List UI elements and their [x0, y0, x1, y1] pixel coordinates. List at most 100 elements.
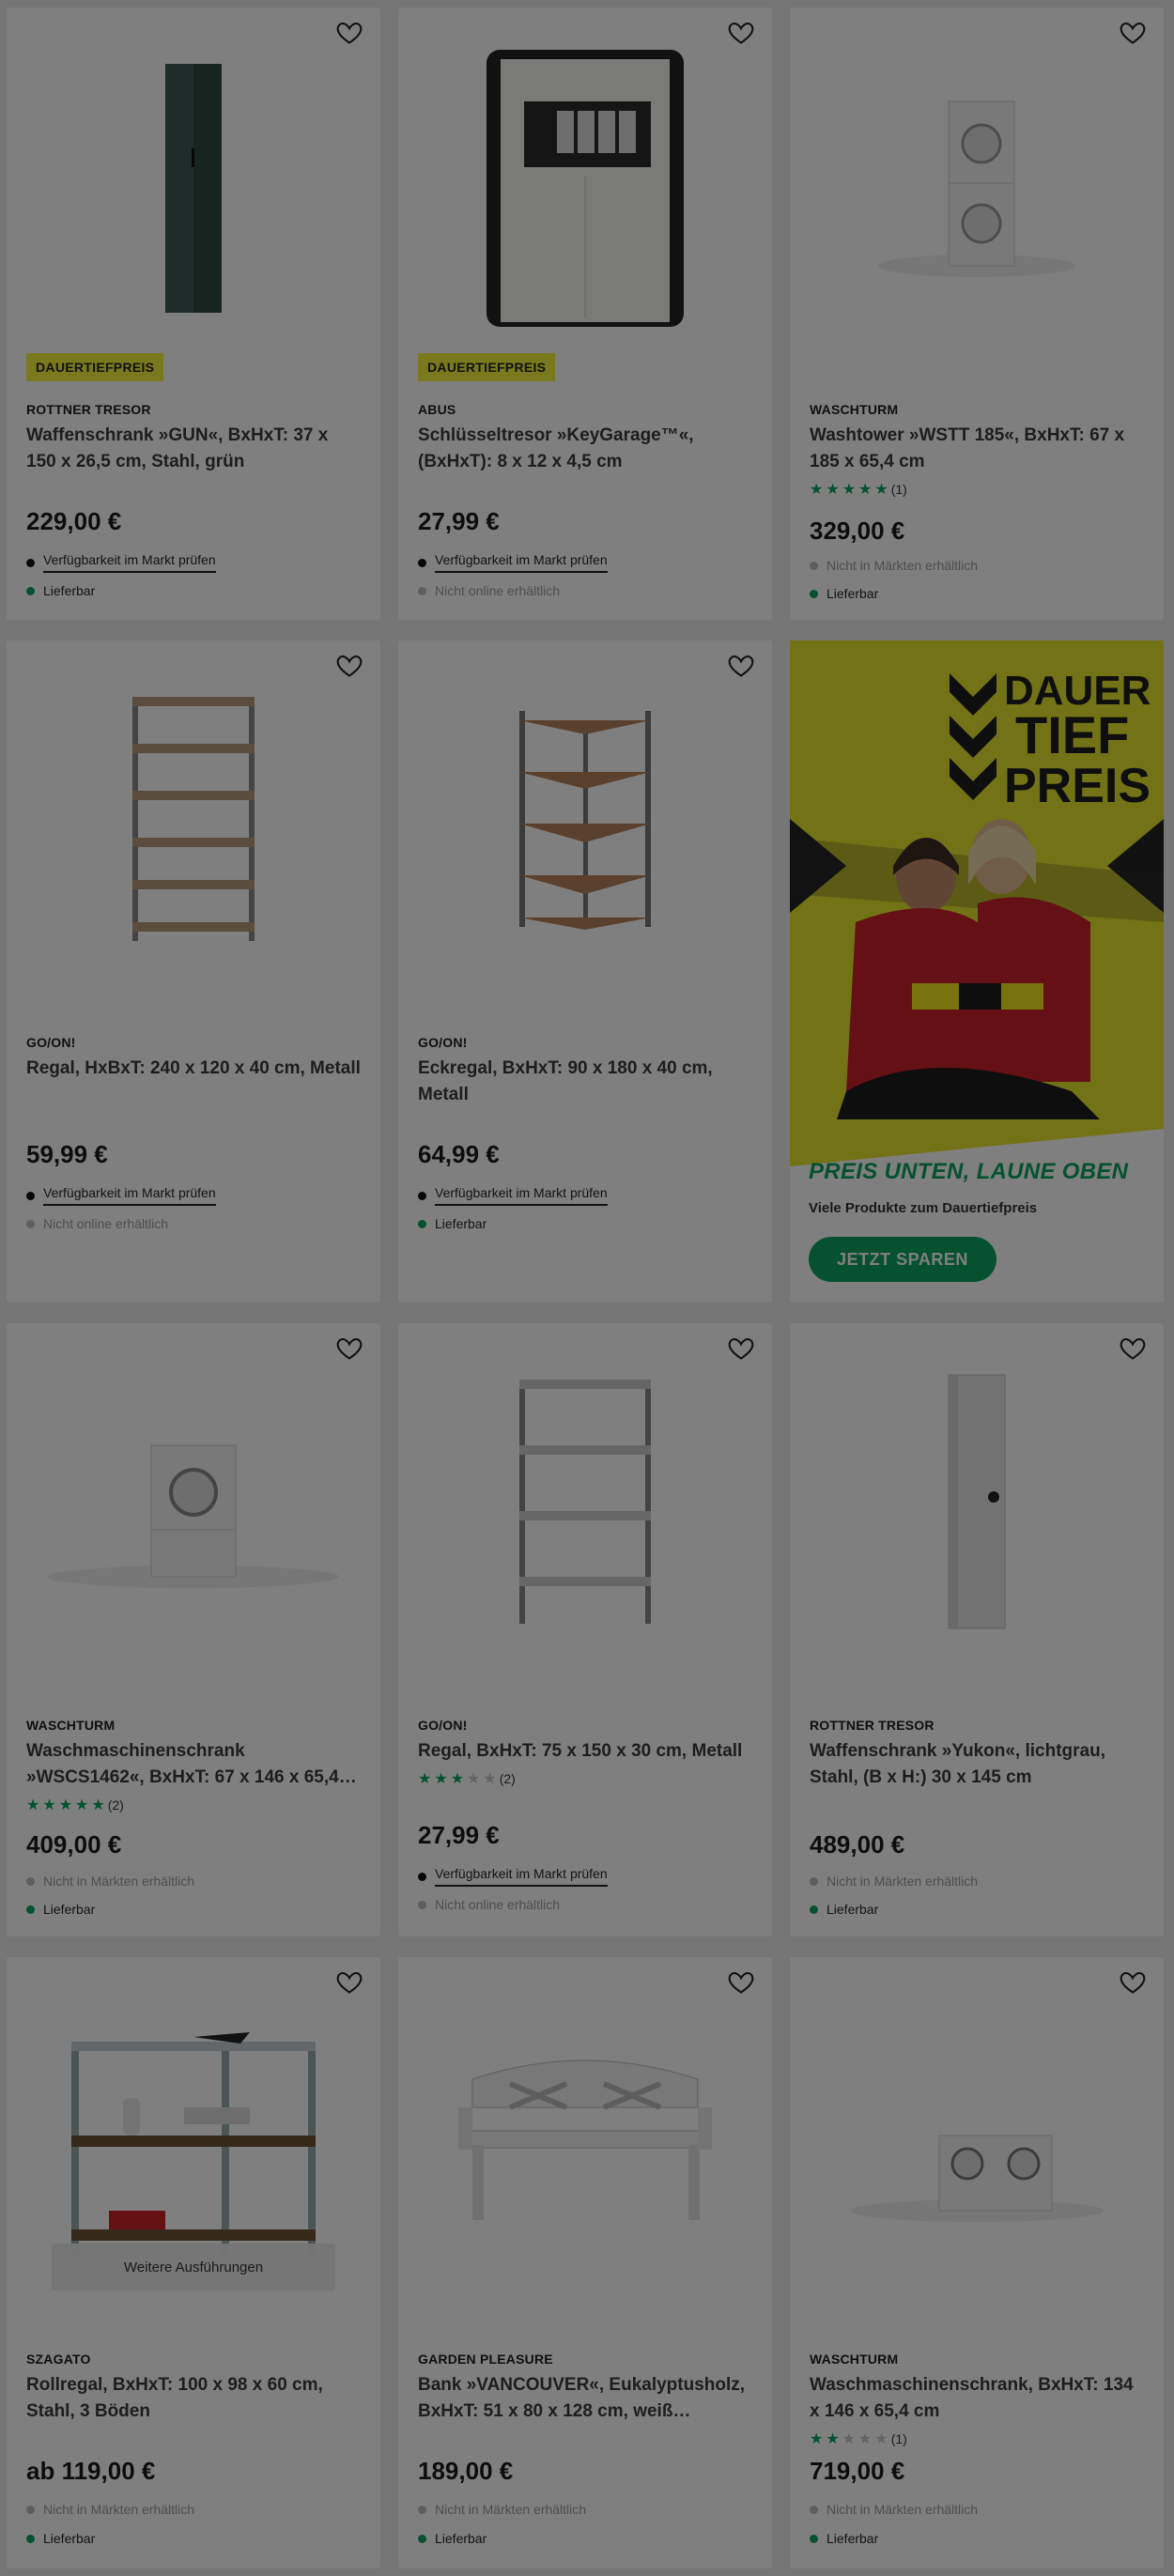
status-dot [810, 1876, 818, 1886]
product-image[interactable] [7, 36, 380, 336]
status-dot [26, 1905, 35, 1914]
product-brand: ABUS [418, 402, 456, 417]
product-price: 489,00 € [810, 1830, 905, 1859]
product-card[interactable]: GO/ON! Regal, BxHxT: 75 x 150 x 30 cm, M… [398, 1323, 772, 1936]
availability-online: Lieferbar [26, 1902, 95, 1917]
product-brand: GO/ON! [26, 1035, 76, 1050]
product-card[interactable]: GO/ON! Eckregal, BxHxT: 90 x 180 x 40 cm… [398, 640, 772, 1303]
product-card[interactable]: WASCHTURM Waschmaschinenschrank, BxHxT: … [790, 1957, 1164, 2568]
availability-market[interactable]: Verfügbarkeit im Markt prüfen [26, 552, 216, 573]
rating-count: (2) [499, 1771, 516, 1786]
product-card[interactable]: GO/ON! Regal, HxBxT: 240 x 120 x 40 cm, … [7, 640, 380, 1303]
availability-online: Lieferbar [810, 586, 878, 601]
status-dot [26, 1191, 35, 1200]
status-dot [418, 1900, 426, 1909]
product-brand: WASCHTURM [810, 2352, 899, 2367]
product-brand: GO/ON! [418, 1035, 468, 1050]
availability-market: Nicht in Märkten erhältlich [810, 2502, 978, 2517]
availability-market[interactable]: Verfügbarkeit im Markt prüfen [418, 1866, 608, 1887]
availability-market[interactable]: Verfügbarkeit im Markt prüfen [26, 1185, 216, 1206]
product-brand: WASCHTURM [26, 1718, 116, 1733]
availability-market: Nicht in Märkten erhältlich [810, 558, 978, 573]
product-title[interactable]: Eckregal, BxHxT: 90 x 180 x 40 cm, Metall [418, 1056, 752, 1108]
product-image[interactable] [7, 669, 380, 969]
product-price: 189,00 € [418, 2457, 514, 2485]
availability-online: Lieferbar [810, 2531, 878, 2546]
product-image[interactable] [398, 669, 772, 969]
product-image[interactable] [398, 36, 772, 336]
jetzt-sparen-button[interactable]: JETZT SPAREN [809, 1237, 996, 1282]
promo-headline-2: TIEF [1015, 705, 1129, 764]
status-dot [418, 1191, 426, 1200]
availability-online: Lieferbar [26, 583, 95, 598]
more-variants-label[interactable]: Weitere Ausführungen [52, 2244, 335, 2291]
status-dot [810, 1905, 818, 1914]
product-title[interactable]: Schlüsseltresor »KeyGarage™«, (BxHxT): 8 … [418, 423, 752, 475]
availability-market: Nicht in Märkten erhältlich [26, 1874, 194, 1889]
status-dot [26, 1219, 35, 1228]
availability-online: Lieferbar [26, 2531, 95, 2546]
product-title[interactable]: Waffenschrank »GUN«, BxHxT: 37 x 150 x 26… [26, 423, 361, 475]
product-title[interactable]: Regal, BxHxT: 75 x 150 x 30 cm, Metall [418, 1738, 752, 1765]
product-price: 329,00 € [810, 517, 905, 545]
product-title[interactable]: Waffenschrank »Yukon«, lichtgrau, Stahl, … [810, 1738, 1144, 1791]
product-image[interactable] [398, 1985, 772, 2286]
availability-online: Lieferbar [810, 1902, 878, 1917]
product-title[interactable]: Rollregal, BxHxT: 100 x 98 x 60 cm, Stahl… [26, 2372, 361, 2425]
availability-online: Nicht online erhältlich [26, 1216, 168, 1231]
rating-count: (2) [107, 1797, 124, 1812]
product-image[interactable] [7, 1351, 380, 1652]
status-dot [26, 558, 35, 567]
promo-tile[interactable]: DAUER TIEF PREIS PREIS UNTEN, LAUNE OBEN… [790, 640, 1164, 1303]
product-title[interactable]: Waschmaschinenschrank, BxHxT: 134 x 146 x… [810, 2372, 1144, 2425]
product-card[interactable]: WASCHTURM Washtower »WSTT 185«, BxHxT: 6… [790, 8, 1164, 620]
favorite-heart-icon[interactable] [335, 1968, 363, 1997]
product-image[interactable] [790, 1351, 1164, 1652]
product-brand: GO/ON! [418, 1718, 468, 1733]
product-title[interactable]: Washtower »WSTT 185«, BxHxT: 67 x 185 x 6… [810, 423, 1144, 475]
product-card[interactable]: GARDEN PLEASURE Bank »VANCOUVER«, Eukaly… [398, 1957, 772, 2568]
product-brand: WASCHTURM [810, 402, 899, 417]
availability-market[interactable]: Verfügbarkeit im Markt prüfen [418, 1185, 608, 1206]
status-dot [418, 2505, 426, 2514]
availability-online: Nicht online erhältlich [418, 1897, 560, 1912]
product-price: 27,99 € [418, 1821, 500, 1849]
dauertiefpreis-badge: DAUERTIEFPREIS [26, 353, 164, 381]
product-brand: ROTTNER TRESOR [26, 402, 151, 417]
product-price: 409,00 € [26, 1830, 122, 1859]
product-title[interactable]: Bank »VANCOUVER«, Eukalyptusholz, BxHxT: … [418, 2372, 752, 2425]
product-title[interactable]: Waschmaschinenschrank »WSCS1462«, BxHxT: … [26, 1738, 361, 1791]
product-card[interactable]: Weitere Ausführungen SZAGATO Rollregal, … [7, 1957, 380, 2568]
status-dot [810, 589, 818, 598]
status-dot [26, 2505, 35, 2514]
product-brand: ROTTNER TRESOR [810, 1718, 935, 1733]
status-dot [418, 1872, 426, 1881]
availability-online: Lieferbar [418, 1216, 487, 1231]
promo-banner-image[interactable]: DAUER TIEF PREIS [790, 640, 1164, 1166]
status-dot [418, 586, 426, 595]
product-card[interactable]: DAUERTIEFPREIS ABUS Schlüsseltresor »Key… [398, 8, 772, 620]
rating-stars[interactable]: ★ ★ ★ ★ ★ (2) [26, 1796, 124, 1814]
status-dot [810, 561, 818, 570]
product-card[interactable]: DAUERTIEFPREIS ROTTNER TRESOR Waffenschr… [7, 8, 380, 620]
product-image[interactable] [790, 36, 1164, 336]
product-price: 64,99 € [418, 1140, 500, 1168]
rating-stars[interactable]: ★ ★ ★ ★ ★ (1) [810, 2429, 907, 2448]
product-image[interactable] [398, 1351, 772, 1652]
rating-stars[interactable]: ★ ★ ★ ★ ★ (1) [810, 480, 907, 499]
product-price: 719,00 € [810, 2457, 905, 2485]
product-image[interactable] [790, 1985, 1164, 2286]
product-grid: DAUERTIEFPREIS ROTTNER TRESOR Waffenschr… [7, 8, 1164, 2568]
availability-online: Nicht online erhältlich [418, 583, 560, 598]
status-dot [810, 2534, 818, 2543]
rating-stars[interactable]: ★ ★ ★ ★ ★ (2) [418, 1769, 516, 1788]
availability-market: Nicht in Märkten erhältlich [26, 2502, 194, 2517]
product-brand: SZAGATO [26, 2352, 91, 2367]
product-price: 59,99 € [26, 1140, 108, 1168]
product-card[interactable]: WASCHTURM Waschmaschinenschrank »WSCS1462… [7, 1323, 380, 1936]
product-card[interactable]: ROTTNER TRESOR Waffenschrank »Yukon«, li… [790, 1323, 1164, 1936]
status-dot [810, 2505, 818, 2514]
rating-count: (1) [890, 482, 907, 497]
availability-market[interactable]: Verfügbarkeit im Markt prüfen [418, 552, 608, 573]
product-title[interactable]: Regal, HxBxT: 240 x 120 x 40 cm, Metall [26, 1056, 361, 1082]
